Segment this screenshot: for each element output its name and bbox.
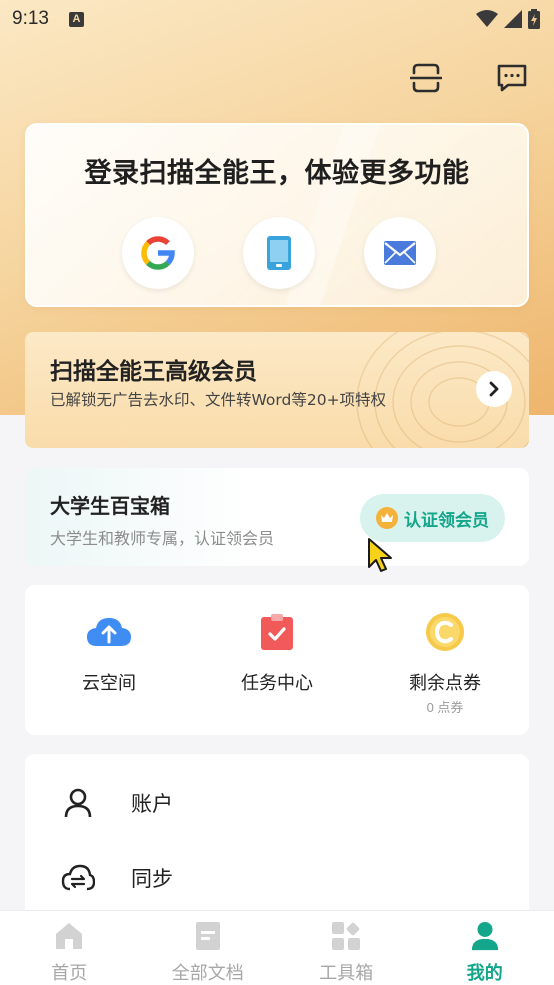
verify-member-label: 认证领会员	[404, 510, 489, 531]
verify-member-button[interactable]: 认证领会员	[360, 494, 505, 542]
coupon-icon	[426, 613, 464, 651]
menu-item-sync[interactable]: 同步	[25, 848, 529, 908]
wifi-icon	[476, 10, 498, 27]
tab-label: 全部文档	[171, 963, 244, 984]
tab-home[interactable]: 首页	[0, 911, 139, 985]
menu-item-label: 同步	[131, 867, 173, 891]
google-icon	[141, 236, 175, 270]
phone-icon	[267, 236, 291, 270]
status-time: 9:13	[12, 8, 49, 29]
vip-arrow-button[interactable]	[476, 371, 512, 407]
email-icon	[384, 241, 416, 265]
task-icon	[261, 614, 293, 650]
toolbox-icon	[332, 922, 361, 950]
quick-action-cloud[interactable]: 云空间	[25, 613, 193, 695]
login-card: 登录扫描全能王，体验更多功能	[25, 123, 529, 307]
coupon-count: 0 点券	[426, 700, 464, 715]
menu-card: 账户 同步	[25, 754, 529, 924]
status-bar: 9:13 A	[0, 0, 554, 38]
vip-subtitle: 已解锁无广告去水印、文件转Word等20+项特权	[50, 391, 387, 409]
home-icon	[56, 923, 83, 949]
student-title: 大学生百宝箱	[50, 494, 170, 518]
bottom-tab-bar: 首页 全部文档 工具箱 我的	[0, 910, 554, 985]
mouse-cursor-icon	[368, 538, 392, 572]
header-actions	[408, 60, 530, 96]
message-icon[interactable]	[494, 60, 530, 96]
scan-icon[interactable]	[408, 60, 444, 96]
student-card[interactable]: 大学生百宝箱 大学生和教师专属，认证领会员 认证领会员	[25, 468, 529, 566]
vip-title: 扫描全能王高级会员	[50, 359, 257, 385]
quick-action-label: 剩余点券	[409, 673, 481, 694]
quick-action-coupons[interactable]: 剩余点券 0 点券	[361, 613, 529, 716]
profile-icon	[471, 921, 498, 951]
tab-toolbox[interactable]: 工具箱	[277, 911, 416, 985]
quick-actions-card: 云空间 任务中心 剩余点券 0 点券	[25, 585, 529, 735]
cloud-upload-icon	[87, 618, 131, 646]
menu-item-label: 账户	[131, 792, 173, 816]
google-login-button[interactable]	[122, 217, 194, 289]
status-right	[476, 9, 540, 29]
tab-label: 我的	[466, 963, 503, 984]
tab-documents[interactable]: 全部文档	[139, 911, 278, 985]
vip-card[interactable]: 扫描全能王高级会员 已解锁无广告去水印、文件转Word等20+项特权	[25, 332, 529, 448]
email-login-button[interactable]	[364, 217, 436, 289]
crown-icon	[376, 507, 398, 529]
documents-icon	[195, 922, 220, 950]
menu-item-account[interactable]: 账户	[25, 773, 529, 833]
quick-action-label: 云空间	[82, 673, 136, 694]
notification-a-icon: A	[68, 11, 84, 27]
signal-icon	[504, 10, 522, 28]
tab-label: 工具箱	[319, 963, 374, 984]
battery-icon	[528, 9, 540, 29]
login-title: 登录扫描全能王，体验更多功能	[84, 158, 470, 189]
quick-action-tasks[interactable]: 任务中心	[193, 613, 361, 695]
sync-icon	[61, 864, 95, 891]
tab-label: 首页	[51, 963, 88, 984]
account-icon	[64, 788, 92, 818]
chevron-right-icon	[489, 381, 499, 397]
student-subtitle: 大学生和教师专属，认证领会员	[50, 529, 275, 548]
phone-login-button[interactable]	[243, 217, 315, 289]
login-options	[122, 217, 436, 289]
tab-profile[interactable]: 我的	[416, 911, 554, 985]
quick-action-label: 任务中心	[241, 673, 313, 694]
